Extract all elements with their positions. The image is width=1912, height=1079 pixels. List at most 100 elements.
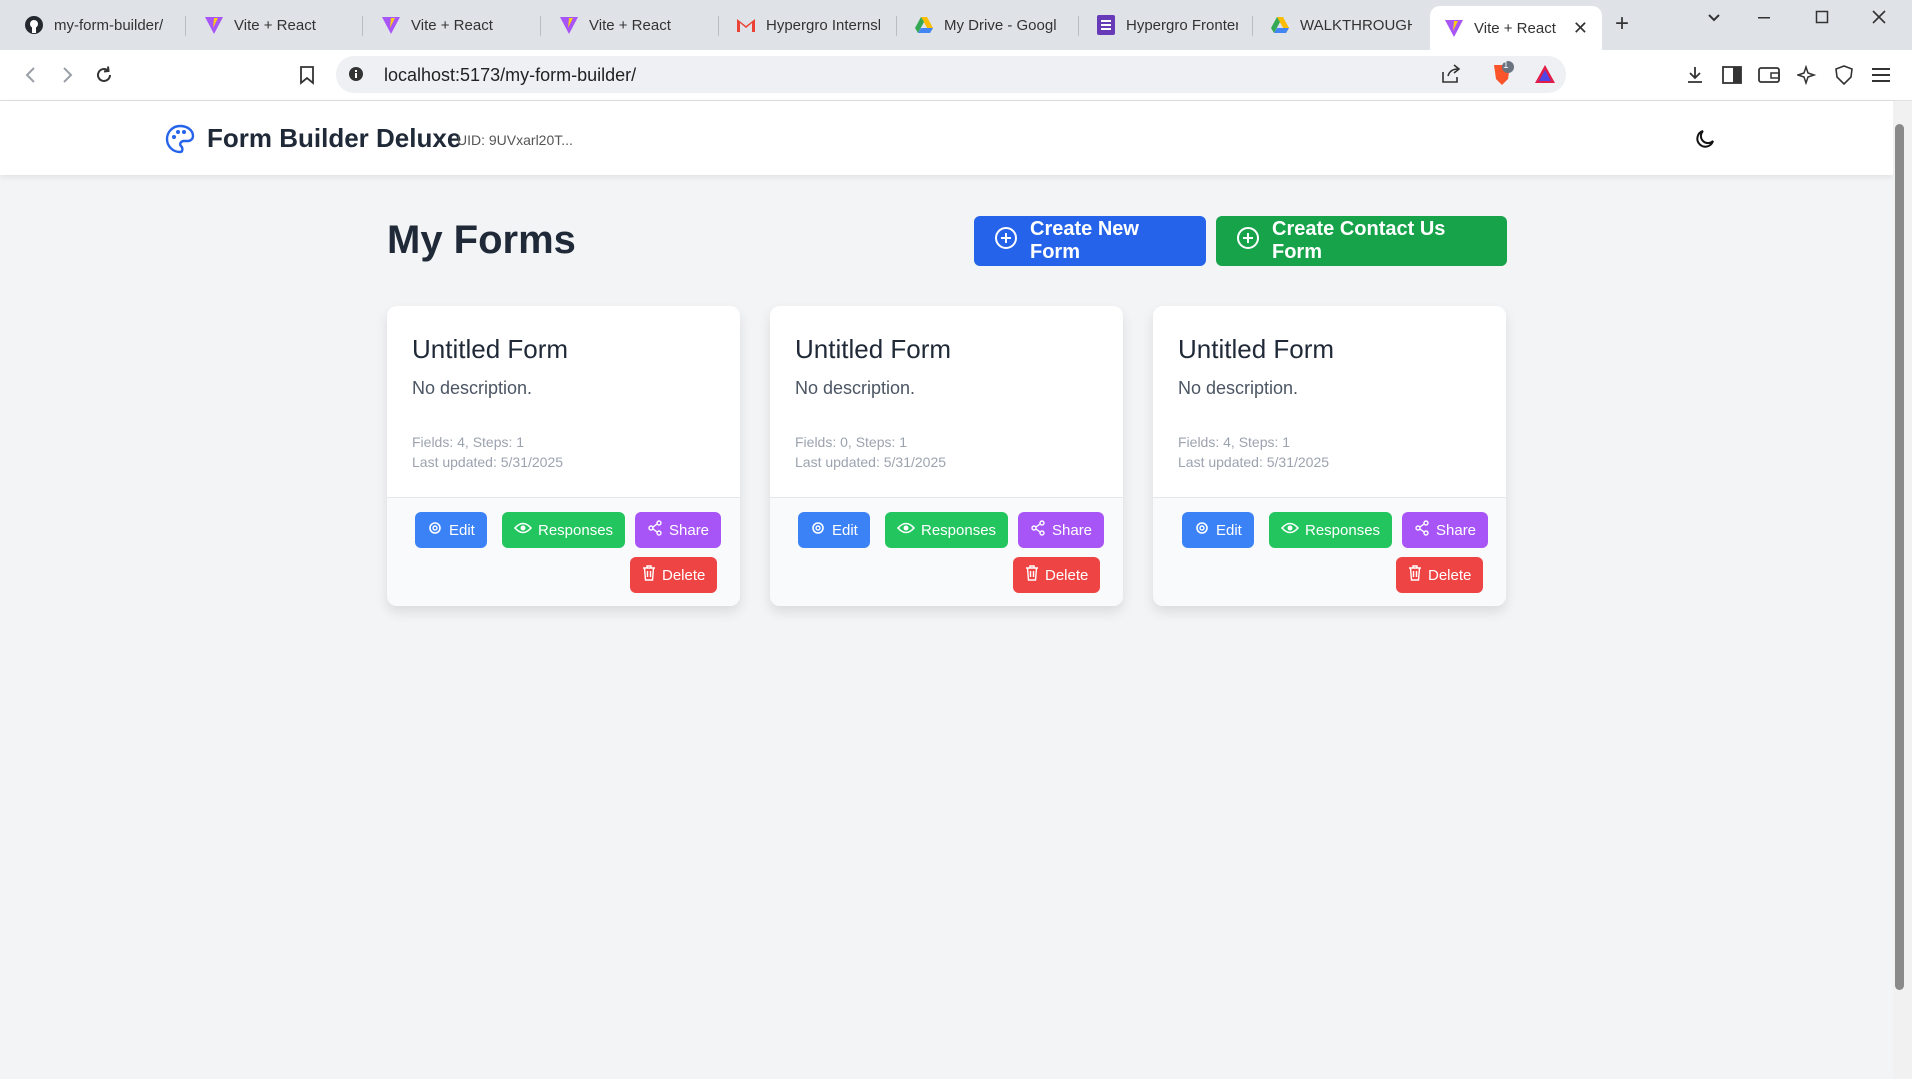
gmail-icon: [736, 15, 756, 35]
form-title: Untitled Form: [412, 334, 569, 364]
tab-list-icon[interactable]: [1706, 8, 1722, 31]
delete-button[interactable]: Delete: [630, 557, 718, 593]
app-header: Form Builder Deluxe UID: 9UVxarl20T...: [0, 101, 1893, 175]
vpn-icon[interactable]: [1831, 62, 1857, 88]
eye-icon: [896, 521, 916, 539]
vite-icon: [381, 15, 401, 35]
vite-icon: [204, 15, 224, 35]
share-page-icon[interactable]: [1440, 64, 1462, 89]
browser-tab[interactable]: Hypergro Internsl: [722, 8, 894, 42]
user-id: UID: 9UVxarl20T...: [457, 132, 573, 148]
vite-icon: [559, 15, 579, 35]
responses-button[interactable]: Responses: [502, 512, 626, 548]
browser-tab[interactable]: Vite + React: [367, 8, 537, 42]
form-stats: Fields: 0, Steps: 1: [795, 434, 908, 450]
new-tab-icon[interactable]: +: [1615, 10, 1629, 38]
sidebar-icon[interactable]: [1719, 62, 1745, 88]
share-button[interactable]: Share: [1402, 512, 1489, 548]
vite-icon: [1444, 18, 1464, 38]
delete-button[interactable]: Delete: [1396, 557, 1484, 593]
eye-icon: [1280, 521, 1300, 539]
forward-icon[interactable]: [54, 62, 80, 88]
brave-shields-icon[interactable]: [1490, 61, 1514, 92]
card-actions: Edit Responses Share Delete: [1153, 497, 1506, 606]
brave-rewards-icon[interactable]: [1534, 64, 1556, 89]
back-icon[interactable]: [18, 62, 44, 88]
share-icon: [647, 520, 663, 540]
github-icon: [24, 15, 44, 35]
bookmark-icon[interactable]: [294, 62, 320, 88]
leo-ai-icon[interactable]: [1794, 62, 1820, 88]
drive-icon: [914, 15, 934, 35]
form-title: Untitled Form: [795, 334, 952, 364]
card-actions: Edit Responses Share Delete: [770, 497, 1123, 606]
eye-icon: [513, 521, 533, 539]
url-text: localhost:5173/my-form-builder/: [384, 65, 637, 85]
gear-icon: [1194, 520, 1210, 540]
scrollbar-thumb[interactable]: [1895, 124, 1904, 990]
share-button[interactable]: Share: [635, 512, 722, 548]
form-meta: Fields: 4, Steps: 1 Last updated: 5/31/2…: [412, 432, 563, 472]
page-title: My Forms: [387, 218, 576, 262]
download-icon[interactable]: [1682, 62, 1708, 88]
app-title: Form Builder Deluxe: [207, 123, 462, 153]
create-contact-form-label: Create Contact Us Form: [1272, 218, 1446, 263]
create-new-form-label: Create New Form: [1030, 218, 1139, 263]
form-description: No description.: [1178, 378, 1299, 398]
moon-icon[interactable]: [1690, 124, 1720, 154]
close-tab-icon[interactable]: ✕: [1573, 18, 1588, 39]
form-meta: Fields: 4, Steps: 1 Last updated: 5/31/2…: [1178, 432, 1329, 472]
share-button[interactable]: Share: [1018, 512, 1105, 548]
edit-button[interactable]: Edit: [798, 512, 870, 548]
browser-tab[interactable]: WALKTHROUGH: [1256, 8, 1426, 42]
address-bar[interactable]: localhost:5173/my-form-builder/ 1: [336, 56, 1566, 93]
form-updated: Last updated: 5/31/2025: [1178, 454, 1330, 470]
browser-toolbar: localhost:5173/my-form-builder/ 1: [0, 50, 1912, 101]
form-card: Untitled Form No description. Fields: 4,…: [387, 306, 740, 606]
drive-icon: [1270, 15, 1290, 35]
form-updated: Last updated: 5/31/2025: [412, 454, 564, 470]
responses-button[interactable]: Responses: [1269, 512, 1393, 548]
browser-tab[interactable]: Vite + React: [190, 8, 360, 42]
delete-button[interactable]: Delete: [1013, 557, 1101, 593]
form-stats: Fields: 4, Steps: 1: [1178, 434, 1291, 450]
reload-icon[interactable]: [91, 62, 117, 88]
browser-tab[interactable]: My Drive - Googl: [900, 8, 1075, 42]
trash-icon: [1408, 565, 1422, 585]
share-icon: [1030, 520, 1046, 540]
form-description: No description.: [795, 378, 916, 398]
form-meta: Fields: 0, Steps: 1 Last updated: 5/31/2…: [795, 432, 946, 472]
plus-circle-icon: [1236, 226, 1260, 256]
edit-button[interactable]: Edit: [415, 512, 487, 548]
share-icon: [1414, 520, 1430, 540]
palette-icon: [165, 124, 195, 154]
card-actions: Edit Responses Share Delete: [387, 497, 740, 606]
minimize-icon[interactable]: [1756, 8, 1772, 31]
plus-circle-icon: [994, 226, 1018, 256]
create-new-form-button[interactable]: Create New Form: [974, 216, 1206, 266]
gear-icon: [810, 520, 826, 540]
edit-button[interactable]: Edit: [1182, 512, 1254, 548]
site-info-icon[interactable]: [348, 66, 364, 87]
menu-icon[interactable]: [1868, 62, 1894, 88]
browser-tab[interactable]: Hypergro Fronter: [1082, 8, 1252, 42]
close-window-icon[interactable]: [1871, 8, 1887, 31]
browser-tab[interactable]: Vite + React: [545, 8, 715, 42]
form-card: Untitled Form No description. Fields: 4,…: [1153, 306, 1506, 606]
browser-tab-strip: my-form-builder/ Vite + React Vite + Rea…: [0, 0, 1912, 50]
form-description: No description.: [412, 378, 533, 398]
browser-tab[interactable]: my-form-builder/: [10, 8, 185, 42]
trash-icon: [642, 565, 656, 585]
create-contact-form-button[interactable]: Create Contact Us Form: [1216, 216, 1507, 266]
wallet-icon[interactable]: [1756, 62, 1782, 88]
maximize-icon[interactable]: [1814, 8, 1830, 31]
brave-badge: 1: [1503, 60, 1509, 71]
responses-button[interactable]: Responses: [885, 512, 1009, 548]
gear-icon: [427, 520, 443, 540]
form-stats: Fields: 4, Steps: 1: [412, 434, 525, 450]
trash-icon: [1025, 565, 1039, 585]
form-title: Untitled Form: [1178, 334, 1335, 364]
form-card: Untitled Form No description. Fields: 0,…: [770, 306, 1123, 606]
forms-icon: [1096, 15, 1116, 35]
browser-tab-active[interactable]: Vite + React ✕: [1430, 6, 1602, 50]
